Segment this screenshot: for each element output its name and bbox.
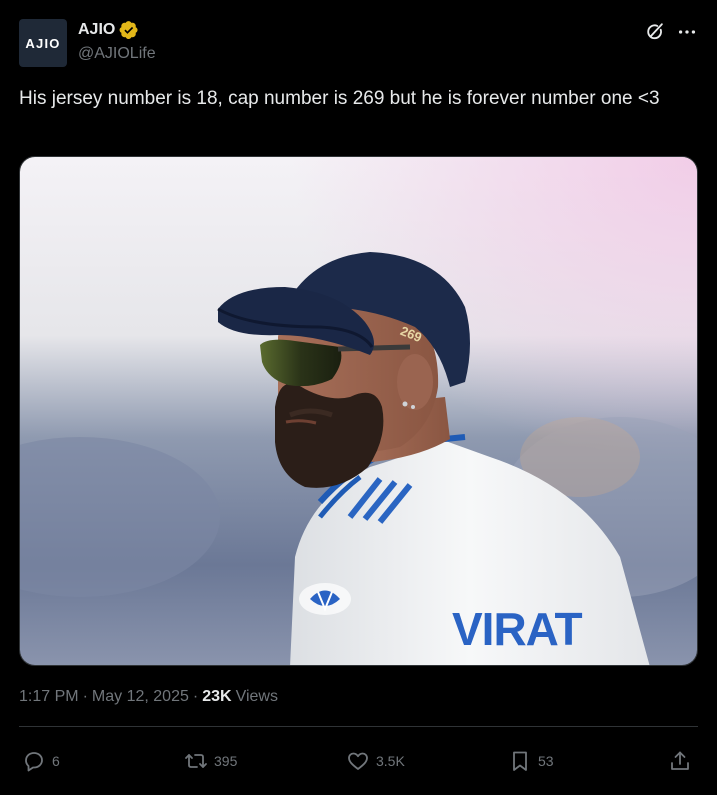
reply-icon	[25, 752, 43, 772]
action-bar: 6 395 3.5K 53	[0, 745, 717, 777]
bookmark-icon	[513, 751, 527, 771]
like-icon	[348, 752, 368, 770]
display-name-row[interactable]: AJIO	[78, 20, 139, 40]
tweet-container: AJIO AJIO @AJIOLife His jersey number is…	[0, 0, 717, 795]
tweet-text: His jersey number is 18, cap number is 2…	[19, 88, 660, 109]
like-button[interactable]: 3.5K	[346, 745, 405, 777]
tweet-date[interactable]: May 12, 2025	[92, 688, 189, 706]
divider	[19, 726, 698, 727]
tweet-meta: 1:17 PM · May 12, 2025 · 23K Views	[19, 688, 278, 706]
views-count: 23K	[202, 688, 232, 705]
repost-icon	[185, 754, 207, 768]
share-button[interactable]	[668, 745, 692, 777]
verified-badge-icon[interactable]	[119, 20, 139, 40]
avatar-text: AJIO	[25, 35, 61, 51]
views-label: Views	[235, 688, 278, 705]
repost-count: 395	[214, 753, 238, 769]
user-handle[interactable]: @AJIOLife	[78, 45, 156, 63]
cricketer-photo: 269 VIRAT	[20, 157, 697, 665]
meta-separator: ·	[192, 688, 199, 705]
tweet-time[interactable]: 1:17 PM	[19, 688, 79, 706]
reply-button[interactable]: 6	[22, 745, 60, 777]
bookmark-button[interactable]: 53	[508, 745, 554, 777]
grok-icon	[647, 23, 663, 40]
repost-button[interactable]: 395	[184, 745, 237, 777]
grok-button[interactable]	[643, 20, 667, 44]
tweet-image[interactable]: 269 VIRAT	[19, 156, 698, 666]
jersey-name-text: VIRAT	[452, 603, 582, 655]
sleeve-logo	[299, 583, 351, 615]
share-icon	[671, 751, 689, 770]
more-icon	[678, 30, 696, 34]
like-count: 3.5K	[376, 753, 405, 769]
bookmark-count: 53	[538, 753, 554, 769]
avatar[interactable]: AJIO	[19, 19, 67, 67]
meta-separator: ·	[82, 688, 88, 705]
more-options-button[interactable]	[674, 20, 700, 44]
reply-count: 6	[52, 753, 60, 769]
display-name[interactable]: AJIO	[78, 21, 115, 39]
